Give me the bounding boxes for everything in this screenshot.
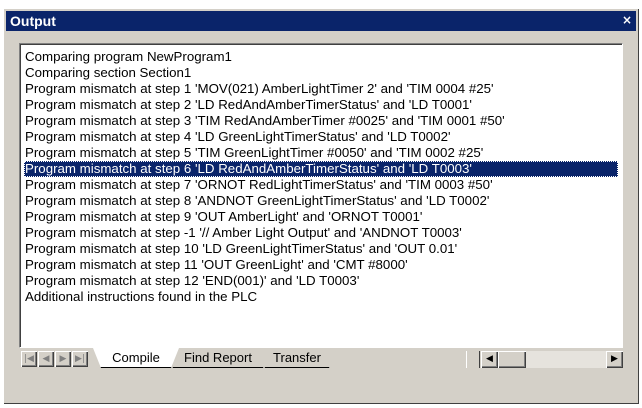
output-line[interactable]: Comparing section Section1 <box>24 65 618 81</box>
horizontal-scrollbar[interactable]: ◀ ▶ <box>481 351 623 368</box>
tab-transfer-label: Transfer <box>273 350 321 365</box>
next-tab-icon[interactable]: ▶ <box>55 351 71 367</box>
output-lines: Comparing program NewProgram1 Comparing s… <box>24 49 618 305</box>
output-line[interactable]: Program mismatch at step 7 'ORNOT RedLig… <box>24 177 618 193</box>
output-line[interactable]: Program mismatch at step 3 'TIM RedAndAm… <box>24 113 618 129</box>
scroll-left-icon[interactable]: ◀ <box>481 351 498 368</box>
window-titlebar[interactable]: Output × <box>6 11 636 31</box>
output-line[interactable]: Program mismatch at step 9 'OUT AmberLig… <box>24 209 618 225</box>
prev-tab-icon[interactable]: ◀ <box>38 351 54 367</box>
tab-transfer[interactable]: Transfer <box>257 348 337 368</box>
window-title: Output <box>10 13 56 29</box>
output-line[interactable]: Program mismatch at step 12 'END(001)' a… <box>24 273 618 289</box>
scroll-right-icon[interactable]: ▶ <box>606 351 623 368</box>
output-window: Output × Comparing program NewProgram1 Co… <box>3 8 639 404</box>
output-pane[interactable]: Comparing program NewProgram1 Comparing s… <box>19 43 623 348</box>
output-line-selected[interactable]: Program mismatch at step 6 'LD RedAndAmb… <box>24 161 618 177</box>
output-line[interactable]: Program mismatch at step 11 'OUT GreenLi… <box>24 257 618 273</box>
output-line[interactable]: Program mismatch at step 8 'ANDNOT Green… <box>24 193 618 209</box>
output-line[interactable]: Program mismatch at step 4 'LD GreenLigh… <box>24 129 618 145</box>
tab-find-report-label: Find Report <box>184 350 252 365</box>
tab-bar: |◀ ◀ ▶ ▶| Compile Find Report Transfer ◀… <box>19 348 623 370</box>
tab-compile-label: Compile <box>112 350 160 365</box>
first-tab-icon[interactable]: |◀ <box>21 351 37 367</box>
output-line[interactable]: Program mismatch at step 1 'MOV(021) Amb… <box>24 81 618 97</box>
scroll-thumb[interactable] <box>498 351 526 368</box>
last-tab-icon[interactable]: ▶| <box>72 351 88 367</box>
output-line[interactable]: Program mismatch at step 2 'LD RedAndAmb… <box>24 97 618 113</box>
output-line[interactable]: Program mismatch at step 5 'TIM GreenLig… <box>24 145 618 161</box>
tab-find-report[interactable]: Find Report <box>165 348 271 368</box>
output-line[interactable]: Comparing program NewProgram1 <box>24 49 618 65</box>
close-icon[interactable]: × <box>620 14 634 27</box>
output-line[interactable]: Program mismatch at step -1 '// Amber Li… <box>24 225 618 241</box>
tab-compile[interactable]: Compile <box>93 348 179 368</box>
splitter-handle[interactable] <box>466 351 480 368</box>
output-line[interactable]: Program mismatch at step 10 'LD GreenLig… <box>24 241 618 257</box>
output-line[interactable]: Additional instructions found in the PLC <box>24 289 618 305</box>
